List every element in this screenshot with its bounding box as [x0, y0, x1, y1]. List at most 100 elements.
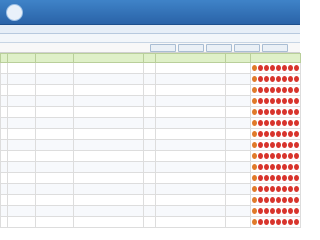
row-action-icon[interactable] [294, 175, 299, 181]
row-action-icon[interactable] [282, 197, 287, 203]
row-action-icon[interactable] [270, 164, 275, 170]
row-action-icon[interactable] [294, 153, 299, 159]
row-action-icon[interactable] [270, 109, 275, 115]
row-action-icon[interactable] [270, 186, 275, 192]
row-action-icon[interactable] [288, 98, 293, 104]
row-action-icon[interactable] [288, 65, 293, 71]
row-action-icon[interactable] [270, 142, 275, 148]
row-action-icon[interactable] [282, 120, 287, 126]
row-action-icon[interactable] [288, 87, 293, 93]
row-action-icon[interactable] [282, 98, 287, 104]
row-action-icon[interactable] [252, 142, 257, 148]
row-action-icon[interactable] [276, 87, 281, 93]
row-action-icon[interactable] [276, 131, 281, 137]
row-action-icon[interactable] [282, 109, 287, 115]
row-action-icon[interactable] [288, 109, 293, 115]
row-action-icon[interactable] [252, 175, 257, 181]
row-action-icon[interactable] [258, 98, 263, 104]
row-action-icon[interactable] [258, 208, 263, 214]
row-action-icon[interactable] [270, 98, 275, 104]
row-action-icon[interactable] [252, 164, 257, 170]
row-action-icon[interactable] [270, 208, 275, 214]
row-action-icon[interactable] [294, 65, 299, 71]
row-action-icon[interactable] [288, 197, 293, 203]
row-action-icon[interactable] [258, 153, 263, 159]
row-action-icon[interactable] [258, 120, 263, 126]
row-action-icon[interactable] [252, 153, 257, 159]
row-action-icon[interactable] [282, 164, 287, 170]
row-action-icon[interactable] [294, 186, 299, 192]
row-action-icon[interactable] [252, 98, 257, 104]
row-action-icon[interactable] [252, 76, 257, 82]
row-action-icon[interactable] [270, 120, 275, 126]
toolbar-button-2[interactable] [178, 44, 204, 52]
row-action-icon[interactable] [282, 76, 287, 82]
row-action-icon[interactable] [276, 175, 281, 181]
row-action-icon[interactable] [264, 109, 269, 115]
row-action-icon[interactable] [294, 197, 299, 203]
row-action-icon[interactable] [288, 175, 293, 181]
row-action-icon[interactable] [288, 186, 293, 192]
toolbar-button-1[interactable] [150, 44, 176, 52]
row-action-icon[interactable] [270, 153, 275, 159]
row-action-icon[interactable] [276, 186, 281, 192]
row-action-icon[interactable] [282, 87, 287, 93]
row-action-icon[interactable] [276, 98, 281, 104]
row-action-icon[interactable] [270, 87, 275, 93]
row-action-icon[interactable] [282, 65, 287, 71]
toolbar-button-4[interactable] [234, 44, 260, 52]
row-action-icon[interactable] [276, 109, 281, 115]
row-action-icon[interactable] [264, 98, 269, 104]
row-action-icon[interactable] [294, 98, 299, 104]
row-action-icon[interactable] [276, 219, 281, 225]
row-action-icon[interactable] [258, 109, 263, 115]
row-action-icon[interactable] [282, 219, 287, 225]
row-action-icon[interactable] [264, 65, 269, 71]
row-action-icon[interactable] [252, 208, 257, 214]
row-action-icon[interactable] [294, 164, 299, 170]
row-action-icon[interactable] [264, 175, 269, 181]
row-action-icon[interactable] [270, 76, 275, 82]
row-action-icon[interactable] [276, 65, 281, 71]
row-action-icon[interactable] [288, 208, 293, 214]
row-action-icon[interactable] [288, 120, 293, 126]
row-action-icon[interactable] [282, 131, 287, 137]
row-action-icon[interactable] [276, 164, 281, 170]
row-action-icon[interactable] [294, 131, 299, 137]
row-action-icon[interactable] [252, 109, 257, 115]
row-action-icon[interactable] [288, 153, 293, 159]
row-action-icon[interactable] [258, 87, 263, 93]
row-action-icon[interactable] [270, 197, 275, 203]
row-action-icon[interactable] [282, 142, 287, 148]
row-action-icon[interactable] [270, 65, 275, 71]
row-action-icon[interactable] [258, 197, 263, 203]
row-action-icon[interactable] [294, 208, 299, 214]
row-action-icon[interactable] [270, 131, 275, 137]
row-action-icon[interactable] [264, 120, 269, 126]
row-action-icon[interactable] [294, 76, 299, 82]
toolbar-button-5[interactable] [262, 44, 288, 52]
row-action-icon[interactable] [252, 197, 257, 203]
row-action-icon[interactable] [264, 219, 269, 225]
row-action-icon[interactable] [258, 219, 263, 225]
row-action-icon[interactable] [264, 76, 269, 82]
row-action-icon[interactable] [294, 219, 299, 225]
row-action-icon[interactable] [294, 87, 299, 93]
row-action-icon[interactable] [288, 76, 293, 82]
row-action-icon[interactable] [276, 153, 281, 159]
row-action-icon[interactable] [282, 153, 287, 159]
row-action-icon[interactable] [258, 76, 263, 82]
toolbar-button-3[interactable] [206, 44, 232, 52]
row-action-icon[interactable] [258, 164, 263, 170]
row-action-icon[interactable] [270, 219, 275, 225]
row-action-icon[interactable] [258, 142, 263, 148]
row-action-icon[interactable] [252, 65, 257, 71]
row-action-icon[interactable] [282, 186, 287, 192]
row-action-icon[interactable] [264, 186, 269, 192]
row-action-icon[interactable] [294, 142, 299, 148]
row-action-icon[interactable] [258, 175, 263, 181]
row-action-icon[interactable] [288, 219, 293, 225]
row-action-icon[interactable] [264, 164, 269, 170]
row-action-icon[interactable] [252, 120, 257, 126]
row-action-icon[interactable] [264, 131, 269, 137]
